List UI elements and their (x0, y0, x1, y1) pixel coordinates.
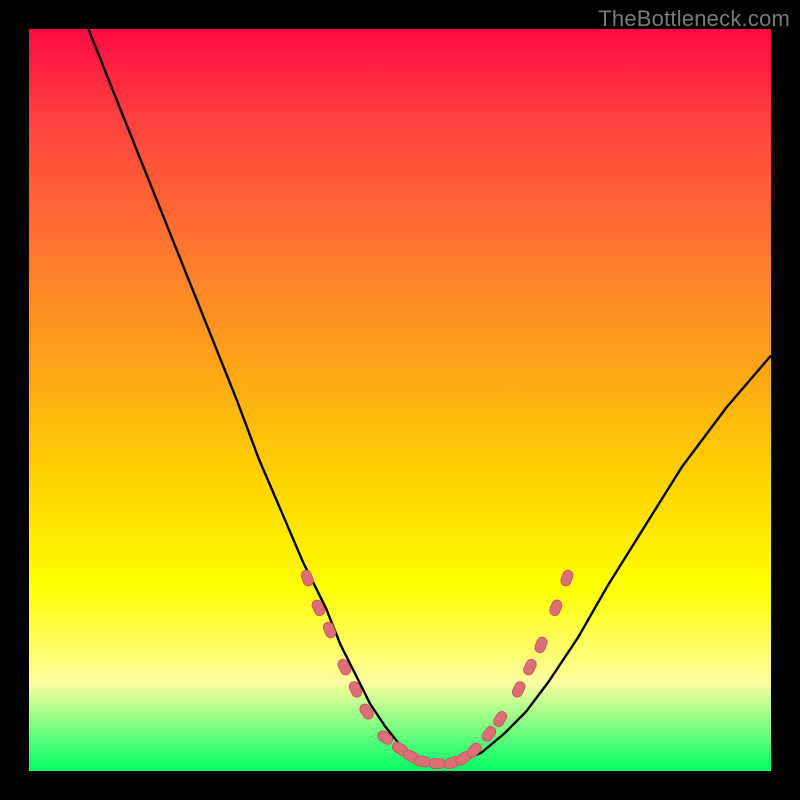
curve-marker (559, 569, 574, 587)
curve-plot (29, 29, 771, 771)
bottleneck-curve (88, 29, 771, 764)
curve-marker (300, 569, 315, 587)
curve-marker (492, 710, 509, 729)
curve-marker (347, 680, 363, 699)
curve-marker (548, 599, 563, 617)
curve-markers (300, 569, 575, 771)
curve-marker (358, 702, 375, 721)
curve-marker (414, 755, 431, 767)
curve-marker (533, 636, 548, 655)
curve-marker (429, 758, 445, 769)
curve-marker (522, 658, 538, 677)
curve-marker (310, 598, 326, 617)
curve-marker (511, 680, 527, 699)
curve-marker (336, 658, 352, 677)
curve-marker (322, 621, 337, 640)
curve-marker (376, 729, 395, 747)
